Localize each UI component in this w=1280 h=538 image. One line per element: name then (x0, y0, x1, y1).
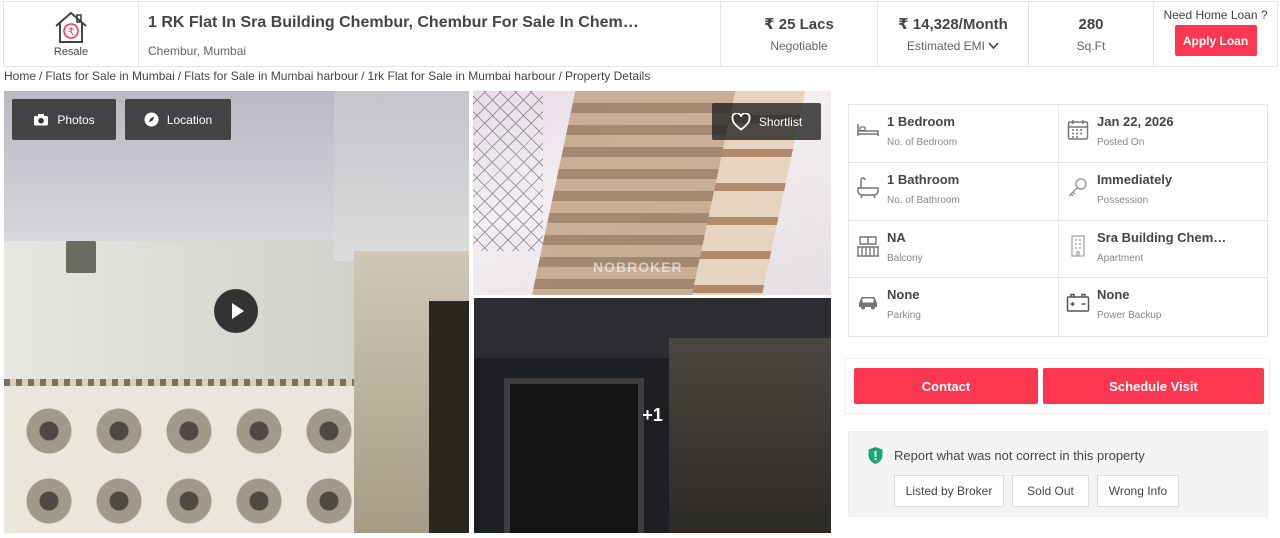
shortlist-label: Shortlist (758, 114, 803, 129)
report-text: Report what was not correct in this prop… (894, 448, 1145, 463)
breadcrumb-current: Property Details (564, 69, 651, 83)
detail-balcony: NA Balcony (849, 220, 1059, 279)
bedroom-label: No. of Bedroom (887, 137, 958, 148)
parking-label: Parking (887, 310, 921, 322)
title-block: 1 RK Flat In Sra Building Chembur, Chemb… (139, 2, 721, 66)
loan-question: Need Home Loan ? (1163, 8, 1268, 22)
emi-dropdown[interactable]: Estimated EMI (907, 39, 999, 53)
detail-bathroom: 1 Bathroom No. of Bathroom (849, 162, 1059, 221)
apartment-label: Apartment (1097, 252, 1144, 264)
resale-label: Resale (53, 46, 89, 58)
balcony-label: Balcony (887, 252, 923, 264)
detail-bedroom: 1 Bedroom No. of Bedroom (849, 105, 1059, 163)
photo-gallery: NOBROKER +1 Photos Location Shortlist (4, 91, 831, 533)
bathtub-icon (857, 177, 879, 198)
price-sub: Negotiable (770, 39, 828, 53)
bathroom-label: No. of Bathroom (887, 194, 960, 206)
emi-sub: Estimated EMI (906, 39, 986, 53)
key-icon (1068, 178, 1087, 197)
camera-icon (34, 114, 49, 126)
property-details-grid: 1 Bedroom No. of Bedroom Jan 22, 2026 Post… (848, 104, 1269, 337)
detail-posted-on: Jan 22, 2026 Posted On (1059, 105, 1269, 163)
play-icon (231, 303, 244, 319)
power-backup-value: None (1097, 287, 1130, 303)
contact-button[interactable]: Contact (854, 368, 1038, 404)
possession-label: Possession (1097, 194, 1149, 206)
price-block: ₹ 25 Lacs Negotiable (721, 2, 878, 66)
breadcrumb: Home / Flats for Sale in Mumbai / Flats for … (4, 69, 651, 83)
report-option-sold-out[interactable]: Sold Out (1012, 475, 1089, 507)
photos-label: Photos (57, 112, 95, 127)
photos-button[interactable]: Photos (12, 99, 116, 140)
emi-value: ₹ 14,328/Month (898, 16, 1008, 33)
shortlist-button[interactable]: Shortlist (712, 103, 821, 140)
breadcrumb-home[interactable]: Home (4, 69, 36, 83)
price-value: ₹ 25 Lacs (764, 16, 834, 33)
building-icon (1071, 234, 1085, 257)
svg-text:₹: ₹ (68, 27, 74, 38)
detail-apartment: Sra Building Chem… Apartment (1059, 221, 1269, 279)
location-button[interactable]: Location (125, 99, 231, 140)
play-video-button[interactable] (214, 289, 258, 333)
detail-parking: None Parking (849, 278, 1059, 336)
possession-value: Immediately (1097, 171, 1173, 187)
schedule-visit-button[interactable]: Schedule Visit (1043, 368, 1264, 404)
report-option-wrong-info[interactable]: Wrong Info (1097, 475, 1179, 507)
report-panel: Report what was not correct in this prop… (848, 431, 1268, 517)
property-header: ₹ Resale 1 RK Flat In Sra Building Chemb… (3, 1, 1278, 67)
home-loan-block: Need Home Loan ? Apply Loan (1154, 2, 1277, 66)
more-photos-tile[interactable]: +1 (474, 298, 831, 533)
chevron-down-icon (988, 42, 999, 50)
location-label: Location (166, 112, 213, 127)
calendar-icon (1067, 120, 1089, 140)
car-icon (859, 297, 877, 310)
action-buttons: Contact Schedule Visit (844, 358, 1270, 414)
area-sub: Sq.Ft (1076, 38, 1106, 53)
resale-badge: ₹ Resale (4, 2, 139, 66)
breadcrumb-1rk-flats[interactable]: 1rk Flat for Sale in Mumbai harbour (368, 69, 556, 83)
apply-loan-button[interactable]: Apply Loan (1174, 25, 1257, 56)
bedroom-value: 1 Bedroom (887, 114, 955, 129)
breadcrumb-flats-mumbai-harbour[interactable]: Flats for Sale in Mumbai harbour (184, 69, 358, 83)
house-rupee-icon: ₹ (55, 11, 87, 43)
compass-icon (144, 112, 159, 127)
breadcrumb-flats-mumbai[interactable]: Flats for Sale in Mumbai (45, 69, 174, 83)
posted-on-label: Posted On (1097, 137, 1145, 148)
report-heading: Report what was not correct in this prop… (866, 446, 1145, 465)
battery-icon (1066, 294, 1090, 312)
main-photo-video[interactable] (4, 91, 469, 533)
detail-power-backup: None Power Backup (1059, 278, 1269, 336)
bathroom-value: 1 Bathroom (887, 171, 960, 187)
report-option-listed-by-broker[interactable]: Listed by Broker (894, 475, 1004, 507)
bed-icon (857, 124, 879, 136)
property-location: Chembur, Mumbai (148, 44, 247, 58)
parking-value: None (887, 287, 920, 303)
posted-on-value: Jan 22, 2026 (1097, 114, 1174, 129)
heart-icon (731, 112, 751, 131)
balcony-value: NA (887, 229, 906, 245)
property-title: 1 RK Flat In Sra Building Chembur, Chemb… (148, 14, 639, 31)
watermark: NOBROKER (593, 259, 683, 275)
detail-possession: Immediately Possession (1059, 163, 1269, 221)
area-block: 280 Sq.Ft (1029, 2, 1154, 66)
more-photos-count: +1 (642, 405, 663, 425)
emi-block[interactable]: ₹ 14,328/Month Estimated EMI (878, 2, 1029, 66)
alert-icon (868, 447, 883, 464)
power-backup-label: Power Backup (1097, 310, 1162, 322)
apartment-value: Sra Building Chem… (1097, 229, 1227, 245)
area-value: 280 (1078, 15, 1104, 33)
balcony-icon (857, 235, 879, 257)
